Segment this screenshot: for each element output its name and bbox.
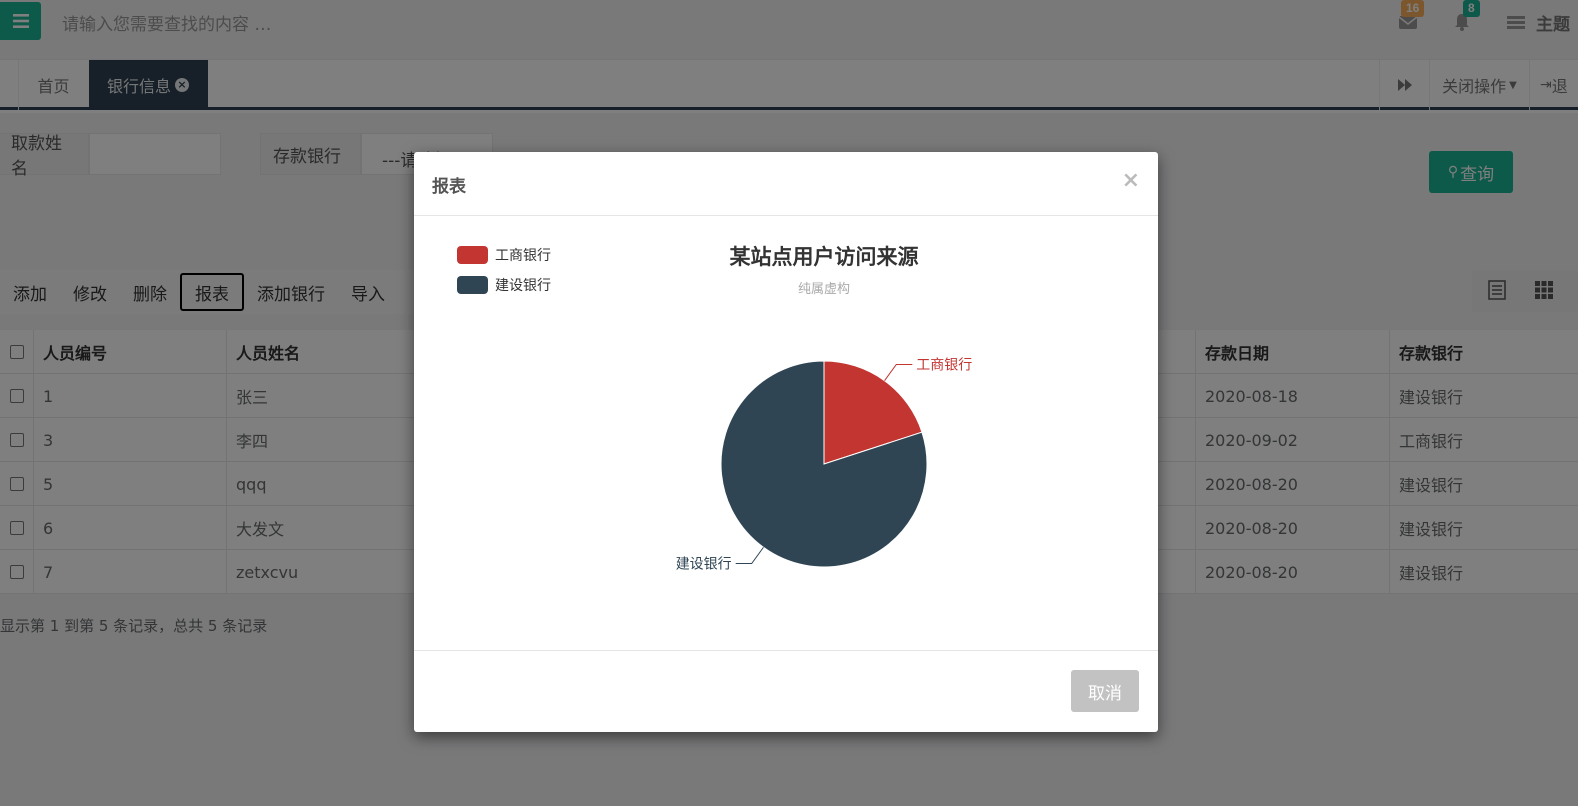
modal-title: 报表 (432, 177, 466, 197)
pie-label-line (884, 363, 913, 381)
cancel-button[interactable]: 取消 (1071, 670, 1139, 712)
modal-footer: 取消 (414, 650, 1158, 732)
pie-label-line (735, 547, 764, 565)
pie-slice-label: 建设银行 (676, 557, 732, 573)
legend-label[interactable]: 工商银行 (495, 248, 551, 264)
chart-title: 某站点用户访问来源 (730, 245, 919, 269)
report-modal: 报表 × 某站点用户访问来源 纯属虚构 工商银行 建设银行 工商银行 建设银行 取消 (414, 152, 1158, 732)
pie-chart: 某站点用户访问来源纯属虚构工商银行建设银行工商银行建设银行 (457, 245, 972, 573)
modal-header: 报表 × (414, 152, 1158, 216)
pie-slice-label: 工商银行 (916, 357, 972, 373)
legend-label[interactable]: 建设银行 (495, 278, 551, 294)
legend-swatch[interactable] (457, 276, 488, 294)
cancel-button-label: 取消 (1088, 683, 1122, 704)
chart-subtitle: 纯属虚构 (798, 282, 850, 297)
legend-swatch[interactable] (457, 246, 488, 264)
modal-close-icon[interactable]: × (1122, 168, 1140, 193)
